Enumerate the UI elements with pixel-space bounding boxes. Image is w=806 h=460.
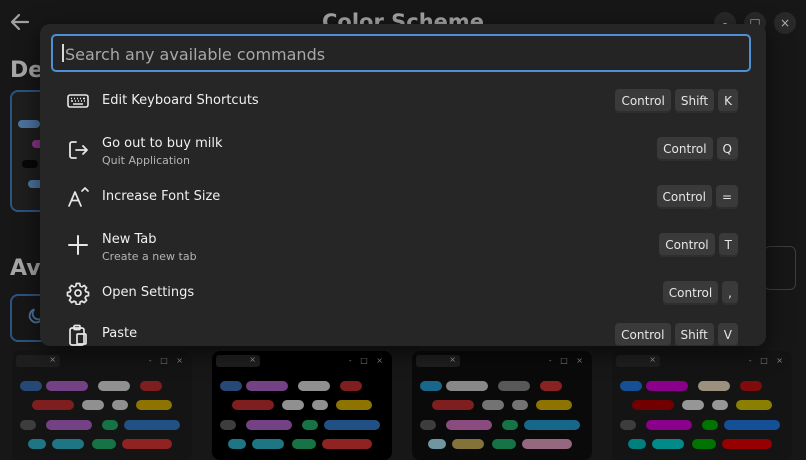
command-item-quit-application[interactable]: Go out to buy milk Quit Application Cont… [40,127,766,171]
command-subtitle: Create a new tab [102,250,197,263]
clipboard-icon [66,323,90,346]
command-search-input[interactable] [63,36,737,72]
command-title: New Tab [102,232,157,247]
command-item-open-settings[interactable]: Open Settings Control , [40,271,766,315]
shortcut-keys: Control = [656,185,738,209]
key-cap: V [717,323,738,346]
shortcut-keys: Control Shift K [615,89,738,113]
command-item-new-tab[interactable]: New Tab Create a new tab Control T [40,223,766,267]
key-cap: Control [662,281,719,305]
command-title: Paste [102,326,138,341]
gear-icon [66,281,90,306]
command-item-edit-keyboard-shortcuts[interactable]: Edit Keyboard Shortcuts Control Shift K [40,79,766,123]
font-size-increase-icon [66,185,90,209]
keyboard-icon [66,89,90,113]
shortcut-keys: Control , [662,281,738,305]
shortcut-keys: Control T [659,233,738,257]
command-item-paste[interactable]: Paste Control Shift V [40,319,766,346]
key-cap: Control [656,185,712,209]
key-cap: T [718,233,738,257]
command-palette: Edit Keyboard Shortcuts Control Shift K … [40,24,766,346]
shortcut-keys: Control Q [657,137,738,161]
key-cap: Control [615,323,671,346]
key-cap: Control [657,137,713,161]
key-cap: K [718,89,738,113]
key-cap: Shift [674,89,715,113]
plus-icon [66,233,90,257]
logout-icon [66,138,90,162]
key-cap: Control [615,89,671,113]
command-title: Increase Font Size [102,189,221,204]
command-subtitle: Quit Application [102,154,190,167]
key-cap: Q [716,137,738,161]
key-cap: Shift [674,323,714,346]
command-title: Open Settings [102,285,195,300]
command-title: Edit Keyboard Shortcuts [102,93,259,108]
command-item-increase-font-size[interactable]: Increase Font Size Control = [40,175,766,219]
key-cap: = [715,185,738,209]
command-title: Go out to buy milk [102,136,223,151]
shortcut-keys: Control Shift V [615,323,738,346]
key-cap: Control [659,233,715,257]
key-cap: , [722,281,738,305]
command-search-field[interactable] [51,34,751,72]
